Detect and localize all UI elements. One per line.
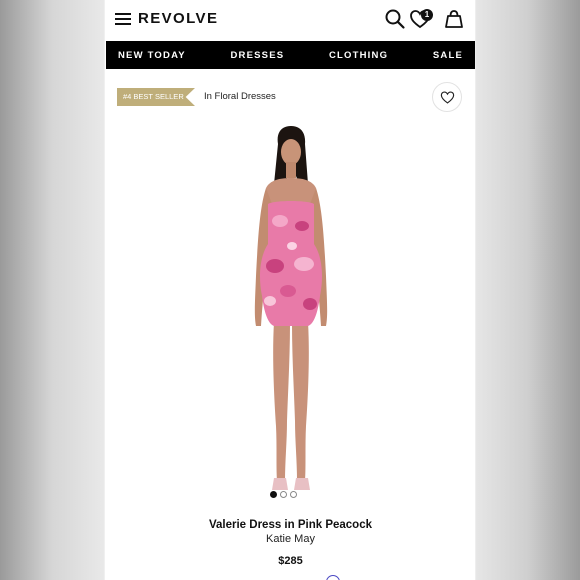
product-brand[interactable]: Katie May: [106, 533, 475, 545]
brand-logo[interactable]: REVOLVE: [138, 10, 218, 27]
add-to-wishlist-button[interactable]: [432, 82, 462, 112]
nav-new-today[interactable]: NEW TODAY: [118, 50, 186, 61]
top-bar: REVOLVE 1: [106, 0, 475, 41]
product-image[interactable]: [230, 126, 352, 500]
menu-icon[interactable]: [115, 13, 131, 25]
nav-dresses[interactable]: DRESSES: [230, 50, 284, 61]
product-price: $285: [278, 555, 303, 567]
carousel-dot[interactable]: [290, 491, 297, 498]
nav-clothing[interactable]: CLOTHING: [329, 50, 388, 61]
carousel-dot[interactable]: [270, 491, 277, 498]
heart-icon: [440, 90, 454, 104]
bestseller-category[interactable]: In Floral Dresses: [204, 91, 276, 102]
carousel-dot[interactable]: [280, 491, 287, 498]
bestseller-row: #4 BEST SELLER In Floral Dresses: [117, 88, 467, 106]
search-icon[interactable]: [384, 8, 406, 30]
nav-sale[interactable]: SALE: [433, 50, 463, 61]
image-carousel-dots: [270, 491, 297, 499]
color-swatch[interactable]: [326, 575, 340, 580]
shopping-bag-icon[interactable]: [443, 8, 465, 30]
main-nav: NEW TODAY DRESSES CLOTHING SALE: [106, 41, 475, 69]
product-title: Valerie Dress in Pink Peacock: [208, 519, 373, 531]
wishlist-count-badge: 1: [421, 9, 433, 21]
bestseller-badge: #4 BEST SELLER: [117, 88, 195, 106]
product-page: REVOLVE 1 NEW TODAY DRESSES CLOTHING SAL…: [106, 0, 475, 580]
